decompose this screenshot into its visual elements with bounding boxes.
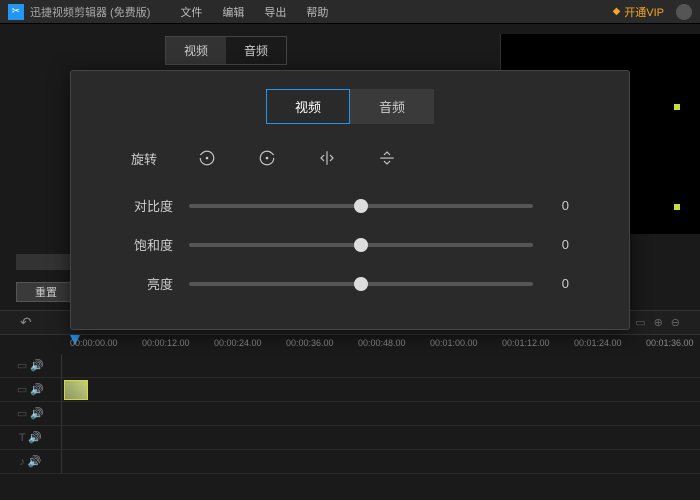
time-mark: 00:01:36.00 (646, 338, 694, 348)
preview-marker (674, 104, 680, 110)
track-body[interactable] (62, 378, 700, 401)
track-body[interactable] (62, 402, 700, 425)
time-mark: 00:00:24.00 (214, 338, 262, 348)
track-body[interactable] (62, 450, 700, 473)
timeline-ruler[interactable]: 00:00:00.00 00:00:12.00 00:00:24.00 00:00:3… (0, 334, 700, 354)
brightness-label: 亮度 (131, 274, 173, 293)
tool-icon[interactable]: ▭ (635, 316, 645, 329)
time-mark: 00:00:36.00 (286, 338, 334, 348)
slider-thumb[interactable] (354, 199, 368, 213)
saturation-value: 0 (549, 237, 569, 252)
vip-button[interactable]: 开通VIP (613, 4, 664, 20)
modal-tab-video[interactable]: 视频 (266, 89, 350, 124)
menu-edit[interactable]: 编辑 (222, 4, 244, 20)
tool-icon[interactable]: ⊖ (671, 316, 680, 329)
rotate-cw-icon[interactable] (257, 148, 277, 168)
preview-marker (674, 204, 680, 210)
track-body[interactable] (62, 354, 700, 377)
menu-export[interactable]: 导出 (264, 4, 286, 20)
contrast-slider[interactable] (189, 204, 533, 208)
panel-tab-video[interactable]: 视频 (166, 37, 226, 64)
user-icon[interactable] (676, 4, 692, 20)
side-list-item[interactable] (16, 254, 76, 270)
adjust-modal: 视频 音频 旋转 对比度 0 饱和度 0 亮度 0 (70, 70, 630, 330)
menu-file[interactable]: 文件 (180, 4, 202, 20)
contrast-label: 对比度 (131, 196, 173, 215)
slider-thumb[interactable] (354, 277, 368, 291)
tool-icon[interactable]: ⊕ (654, 316, 663, 329)
saturation-label: 饱和度 (131, 235, 173, 254)
track-head-audio[interactable]: ♪ 🔊 (0, 450, 62, 473)
rotate-ccw-icon[interactable] (197, 148, 217, 168)
time-mark: 00:01:24.00 (574, 338, 622, 348)
undo-icon[interactable]: ↶ (20, 314, 32, 331)
brightness-value: 0 (549, 276, 569, 291)
app-logo: ✂ (8, 4, 24, 20)
modal-tab-audio[interactable]: 音频 (350, 89, 434, 124)
reset-button[interactable]: 重置 (16, 282, 76, 302)
time-mark: 00:00:48.00 (358, 338, 406, 348)
time-mark: 00:00:12.00 (142, 338, 190, 348)
video-clip[interactable] (64, 380, 88, 400)
flip-vertical-icon[interactable] (377, 148, 397, 168)
panel-tab-audio[interactable]: 音频 (226, 37, 286, 64)
track-head-video[interactable]: ▭ 🔊 (0, 402, 62, 425)
track-body[interactable] (62, 426, 700, 449)
menu-help[interactable]: 帮助 (306, 4, 328, 20)
contrast-value: 0 (549, 198, 569, 213)
saturation-slider[interactable] (189, 243, 533, 247)
track-head-video[interactable]: ▭ 🔊 (0, 378, 62, 401)
time-mark: 00:01:00.00 (430, 338, 478, 348)
app-title: 迅捷视频剪辑器 (免费版) (30, 4, 150, 20)
track-head-text[interactable]: T 🔊 (0, 426, 62, 449)
brightness-slider[interactable] (189, 282, 533, 286)
track-head-video[interactable]: ▭ 🔊 (0, 354, 62, 377)
slider-thumb[interactable] (354, 238, 368, 252)
timeline-tracks: ▭ 🔊 ▭ 🔊 ▭ 🔊 T 🔊 ♪ 🔊 (0, 354, 700, 500)
rotate-label: 旋转 (131, 149, 157, 168)
time-mark: 00:01:12.00 (502, 338, 550, 348)
flip-horizontal-icon[interactable] (317, 148, 337, 168)
time-mark: 00:00:00.00 (70, 338, 118, 348)
